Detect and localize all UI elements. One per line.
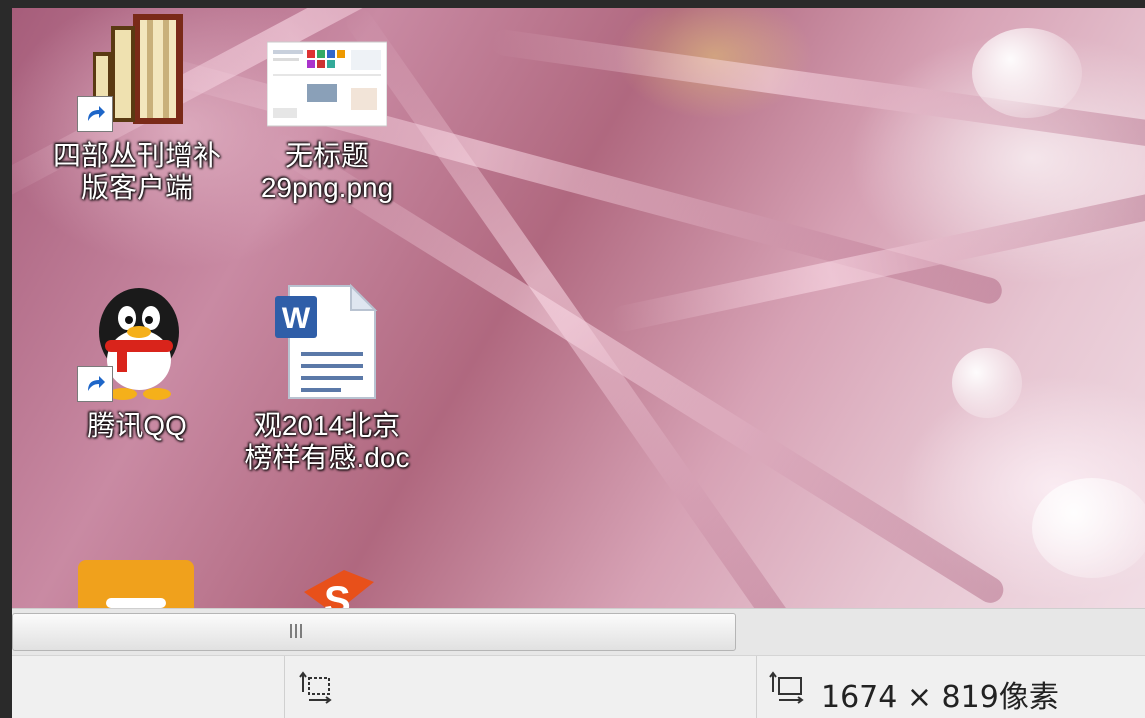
svg-text:W: W (282, 302, 311, 335)
scrollbar-grip-icon (290, 624, 306, 638)
icon-detail (106, 598, 166, 608)
desktop-screenshot-canvas: 四部丛刊增补 版客户端 无标题 29png.png 腾讯QQ W 观2014北京… (12, 8, 1145, 608)
desktop-icon-sibu-client[interactable]: 四部丛刊增补 版客户端 (42, 12, 232, 204)
icon-label: 四部丛刊增补 版客户端 (52, 140, 221, 203)
shortcut-arrow-icon (77, 96, 113, 132)
image-size-icon (769, 670, 809, 704)
selection-size-icon (299, 670, 335, 704)
scrollbar-thumb[interactable] (12, 613, 736, 651)
svg-text:S: S (324, 579, 351, 608)
image-viewer: 四部丛刊增补 版客户端 无标题 29png.png 腾讯QQ W 观2014北京… (0, 0, 1145, 718)
partial-app-icon[interactable] (78, 560, 194, 608)
desktop-icon-tencent-qq[interactable]: 腾讯QQ (42, 282, 232, 442)
word-document-icon: W (267, 282, 387, 402)
book-stack-icon (77, 12, 197, 132)
water-droplet (1032, 478, 1145, 578)
qq-penguin-icon (77, 282, 197, 402)
desktop-icon-untitled-image[interactable]: 无标题 29png.png (232, 12, 422, 204)
image-thumbnail-icon (266, 12, 388, 132)
icon-label: 无标题 29png.png (260, 140, 394, 203)
status-cell-selection (284, 656, 757, 718)
horizontal-scrollbar[interactable] (12, 608, 1145, 656)
status-cell-blank (12, 656, 284, 718)
status-cell-image-size: 1674 × 819像素 (756, 656, 1145, 718)
image-size-text: 1674 × 819像素 (821, 680, 1059, 715)
shortcut-arrow-icon (77, 366, 113, 402)
status-bar: 1674 × 819像素 (12, 655, 1145, 718)
icon-label: 腾讯QQ (87, 410, 187, 441)
water-droplet (952, 348, 1022, 418)
sogou-input-icon[interactable]: S (294, 562, 384, 608)
water-droplet (972, 28, 1082, 118)
icon-label: 观2014北京 榜样有感.doc (244, 410, 410, 473)
desktop-icon-word-doc[interactable]: W 观2014北京 榜样有感.doc (232, 282, 422, 474)
